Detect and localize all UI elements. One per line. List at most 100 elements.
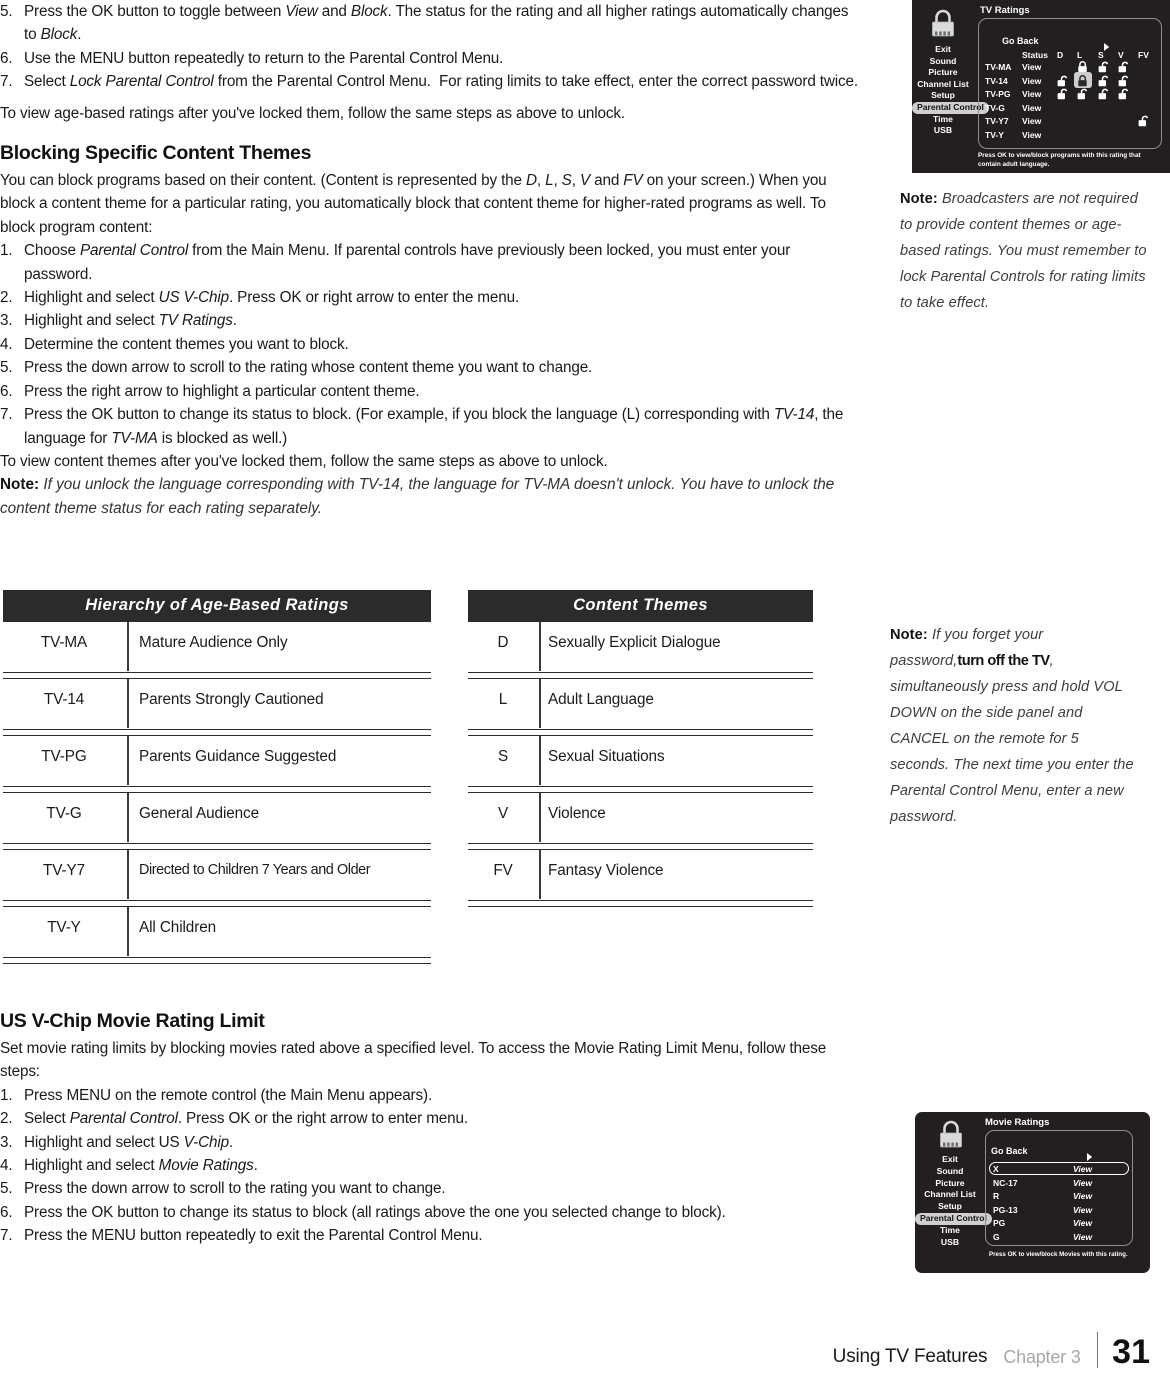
list-item-number: 4. (0, 335, 13, 353)
table-row: TV-MA Mature Audience Only (3, 622, 431, 679)
movie-rating-intro-paragraph: Set movie rating limits by blocking movi… (0, 1040, 827, 1081)
osd-movie-status-r[interactable]: View (1073, 1191, 1092, 1201)
table-row: TV-Y7 Directed to Children 7 Years and Ol… (3, 850, 431, 907)
osd-menu-item-time[interactable]: Time (912, 114, 974, 126)
row-rule (3, 672, 431, 679)
osd-rating-label-tv-y7[interactable]: TV-Y7 (985, 116, 1009, 126)
osd-lock-open-icon-tv-pg-v[interactable] (1118, 87, 1129, 100)
table-cell-rating: L (498, 691, 508, 708)
osd-movie-rating-r[interactable]: R (993, 1191, 999, 1201)
osd-movie-rating-pg[interactable]: PG (993, 1218, 1005, 1228)
osd-rating-label-tv-ma[interactable]: TV-MA (985, 62, 1011, 72)
list-item: 6. Press the right arrow to highlight a p… (0, 380, 860, 403)
list-item-text: Press the right arrow to highlight a par… (24, 382, 420, 400)
osd-lock-open-icon-tv-pg-d[interactable] (1057, 87, 1068, 100)
note-body: If you unlock the language corresponding… (0, 476, 835, 517)
osd-lock-open-icon-tv-ma-v[interactable] (1118, 60, 1129, 73)
table-cell-description: All Children (139, 919, 217, 936)
osd-movie-status-pg-13[interactable]: View (1073, 1205, 1092, 1215)
osd-lock-open-icon-tv-pg-s[interactable] (1098, 87, 1109, 100)
osd-lock-open-icon-tv-ma-s[interactable] (1098, 60, 1109, 73)
list-item: 6. Press the OK button to change its stat… (0, 1201, 860, 1224)
osd-movie-rating-x[interactable]: X (993, 1164, 999, 1174)
osd-rating-status-tv-pg[interactable]: View (1022, 89, 1041, 99)
table-hierarchy-of-age-based-ratings: Hierarchy of Age-Based Ratings TV-MA Matu… (3, 590, 431, 964)
osd-rating-status-tv-g[interactable]: View (1022, 103, 1041, 113)
table-row: TV-PG Parents Guidance Suggested (3, 736, 431, 793)
osd-menu-item-usb[interactable]: USB (915, 1237, 985, 1249)
row-rule (3, 786, 431, 793)
osd-lock-open-icon-tv-14-s[interactable] (1098, 74, 1109, 86)
row-rule (3, 957, 431, 964)
cell-divider (539, 679, 541, 728)
osd-menu-item-time[interactable]: Time (915, 1225, 985, 1237)
chevron-right-icon (1104, 38, 1110, 56)
side-note-emphasis: turn off the TV (957, 653, 1050, 669)
osd-go-back-item[interactable]: Go Back (1002, 36, 1039, 46)
osd-menu-item-exit[interactable]: Exit (915, 1154, 985, 1166)
osd-rating-status-tv-y7[interactable]: View (1022, 116, 1041, 126)
osd-lock-open-icon-tv-pg-l[interactable] (1077, 87, 1088, 100)
main-content-column: 5. Press the OK button to toggle between … (0, 0, 860, 520)
list-item: 3. Highlight and select TV Ratings. (0, 309, 860, 332)
osd-menu-item-exit[interactable]: Exit (912, 44, 974, 56)
osd-go-back-item-movie[interactable]: Go Back (991, 1146, 1028, 1156)
osd-rating-label-tv-14[interactable]: TV-14 (985, 76, 1008, 86)
osd-footnote-movie-ratings: Press OK to view/block Movies with this … (989, 1251, 1128, 1258)
osd-lock-closed-icon-tv-ma-l[interactable] (1077, 60, 1088, 73)
table-content-themes: Content Themes D Sexually Explicit Dialog… (468, 590, 813, 907)
list-item-text: Determine the content themes you want to… (24, 335, 349, 353)
osd-rating-label-tv-y[interactable]: TV-Y (985, 130, 1004, 140)
padlock-icon-movie-ratings (936, 1118, 966, 1151)
list-item-number: 2. (0, 1110, 13, 1128)
osd-menu-item-sound[interactable]: Sound (915, 1166, 985, 1178)
list-item: 6. Use the MENU button repeatedly to retu… (0, 47, 860, 70)
osd-movie-rating-nc-17[interactable]: NC-17 (993, 1178, 1018, 1188)
osd-lock-open-icon-tv-14-v[interactable] (1118, 74, 1129, 86)
table-header-age-ratings: Hierarchy of Age-Based Ratings (3, 590, 431, 622)
osd-menu-item-parental-control[interactable]: Parental Control (915, 1212, 992, 1225)
cell-divider (127, 793, 129, 842)
steps-list-age-ratings: 5. Press the OK button to toggle between … (0, 0, 860, 94)
osd-movie-rating-pg-13[interactable]: PG-13 (993, 1205, 1018, 1215)
osd-column-header-d: D (1057, 50, 1064, 60)
list-item-number: 1. (0, 1086, 13, 1104)
osd-menu-item-channel-list[interactable]: Channel List (915, 1189, 985, 1201)
osd-menu-item-setup[interactable]: Setup (912, 90, 974, 102)
table-cell-description: General Audience (139, 805, 260, 822)
osd-lock-open-icon-tv-y7-fv[interactable] (1138, 114, 1149, 127)
osd-rating-label-tv-pg[interactable]: TV-PG (985, 89, 1011, 99)
osd-menu-item-setup[interactable]: Setup (915, 1201, 985, 1213)
list-item-text: Press MENU on the remote control (the Ma… (24, 1086, 433, 1104)
osd-rating-status-tv-14[interactable]: View (1022, 76, 1041, 86)
osd-movie-status-nc-17[interactable]: View (1073, 1178, 1092, 1188)
osd-movie-status-x[interactable]: View (1073, 1164, 1092, 1174)
list-item-text: Press the OK button to change its status… (24, 1203, 726, 1221)
list-item: 5. Press the down arrow to scroll to the … (0, 1177, 860, 1200)
table-cell-rating: TV-MA (40, 634, 88, 651)
page-footer: Using TV Features Chapter 3 31 (0, 1332, 1150, 1369)
osd-rating-label-tv-g[interactable]: TV-G (985, 103, 1005, 113)
osd-menu-item-picture[interactable]: Picture (912, 67, 974, 79)
osd-movie-status-g[interactable]: View (1073, 1232, 1092, 1242)
osd-menu-item-parental-control[interactable]: Parental Control (912, 101, 989, 114)
osd-menu-item-picture[interactable]: Picture (915, 1178, 985, 1190)
osd-sidebar-menu-movie-ratings[interactable]: Exit Sound Picture Channel List Setup Parenta… (915, 1154, 992, 1249)
list-item-number: 1. (0, 242, 13, 260)
list-item-text: Highlight and select TV Ratings. (24, 312, 237, 330)
osd-footnote-tv-ratings: Press OK to view/block programs with thi… (978, 152, 1141, 168)
osd-menu-item-usb[interactable]: USB (912, 125, 974, 137)
osd-movie-rating-g[interactable]: G (993, 1232, 1000, 1242)
osd-menu-item-channel-list[interactable]: Channel List (912, 79, 974, 91)
list-item-text: Press the OK button to toggle between Vi… (24, 3, 849, 44)
osd-sidebar-menu-tv-ratings[interactable]: Exit Sound Picture Channel List Setup Parenta… (912, 44, 989, 137)
list-item-text: Press the MENU button repeatedly to exit… (24, 1227, 483, 1245)
osd-column-header-fv: FV (1138, 50, 1149, 60)
osd-lock-closed-icon-tv-14-l[interactable] (1077, 74, 1088, 86)
osd-menu-item-sound[interactable]: Sound (912, 56, 974, 68)
osd-lock-open-icon-tv-14-d[interactable] (1057, 74, 1068, 86)
osd-rating-status-tv-y[interactable]: View (1022, 130, 1041, 140)
osd-movie-status-pg[interactable]: View (1073, 1218, 1092, 1228)
osd-rating-status-tv-ma[interactable]: View (1022, 62, 1041, 72)
table-cell-description: Directed to Children 7 Years and Older (139, 862, 371, 878)
